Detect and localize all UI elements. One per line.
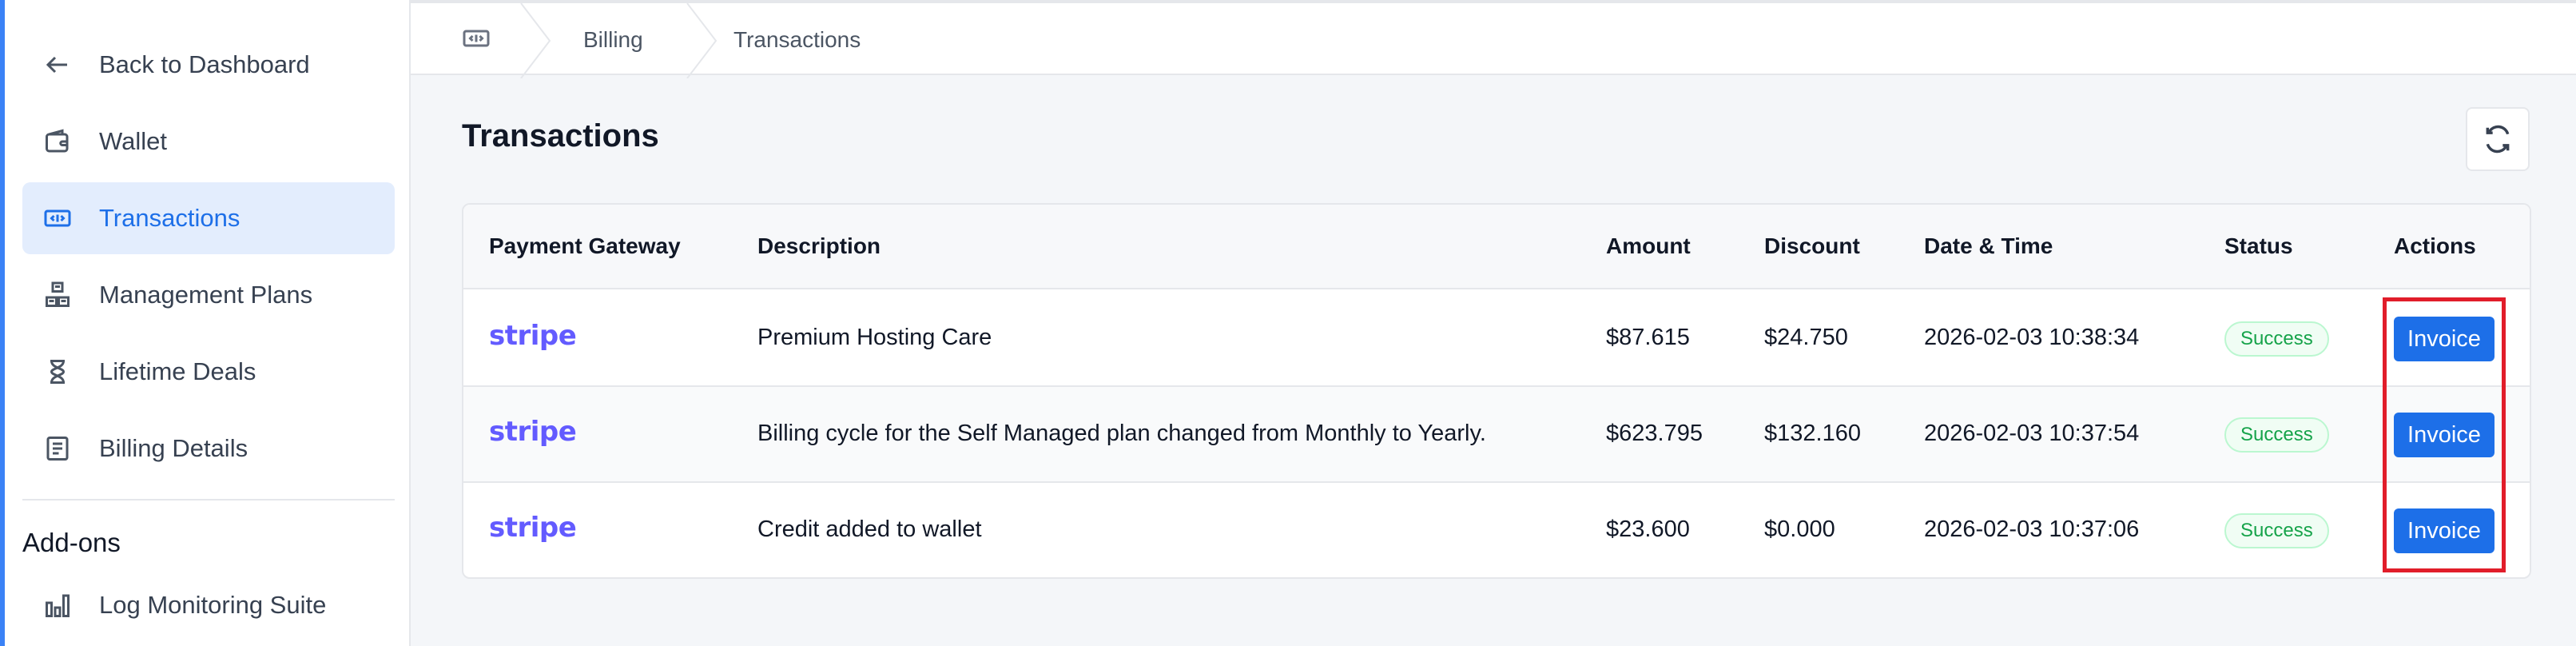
invoice-button[interactable]: Invoice [2394, 508, 2495, 553]
table-row: stripe Premium Hosting Care $87.615 $24.… [463, 291, 2530, 387]
sidebar: Back to Dashboard Wallet Transactions Ma… [5, 0, 411, 646]
table-header: Payment Gateway Description Amount Disco… [463, 205, 2530, 289]
sidebar-item-label: Back to Dashboard [99, 50, 310, 78]
datetime-cell: 2026-02-03 10:38:34 [1924, 325, 2140, 350]
arrow-left-icon [42, 49, 74, 81]
breadcrumb-billing-link[interactable]: Billing [583, 27, 643, 53]
addons-section-title: Add-ons [22, 528, 121, 557]
stripe-logo: stripe [489, 416, 577, 448]
sidebar-item-log-monitoring-suite[interactable]: Log Monitoring Suite [22, 569, 395, 641]
column-header: Description [757, 233, 881, 258]
sidebar-item-lifetime-deals[interactable]: Lifetime Deals [22, 336, 395, 408]
sidebar-item-billing-details[interactable]: Billing Details [22, 413, 395, 484]
breadcrumb-separator [686, 2, 718, 79]
sidebar-item-label: Lifetime Deals [99, 357, 256, 385]
back-to-dashboard-link[interactable]: Back to Dashboard [22, 29, 395, 101]
invoice-button[interactable]: Invoice [2394, 317, 2495, 361]
sidebar-item-label: Transactions [99, 204, 241, 232]
sidebar-item-label: Wallet [99, 127, 167, 155]
description-cell: Billing cycle for the Self Managed plan … [757, 421, 1486, 446]
page-title: Transactions [462, 118, 659, 154]
stripe-logo: stripe [489, 512, 577, 544]
status-badge: Success [2224, 513, 2329, 548]
datetime-cell: 2026-02-03 10:37:54 [1924, 421, 2140, 446]
discount-cell: $132.160 [1764, 421, 1861, 446]
refresh-button[interactable] [2466, 107, 2530, 171]
refresh-icon [2483, 124, 2513, 154]
document-icon [42, 433, 74, 465]
table-row: stripe Billing cycle for the Self Manage… [463, 387, 2530, 483]
breadcrumb: Billing Transactions [411, 0, 2576, 79]
column-header: Discount [1764, 233, 1860, 258]
description-cell: Credit added to wallet [757, 516, 982, 542]
amount-cell: $23.600 [1606, 516, 1690, 542]
discount-cell: $24.750 [1764, 325, 1848, 350]
bar-chart-icon [42, 589, 74, 621]
status-badge: Success [2224, 321, 2329, 357]
sidebar-item-label: Billing Details [99, 434, 248, 462]
ticket-icon [42, 202, 74, 234]
amount-cell: $623.795 [1606, 421, 1703, 446]
sidebar-item-label: Log Monitoring Suite [99, 591, 327, 619]
column-header: Payment Gateway [489, 233, 681, 258]
transactions-table: Payment Gateway Description Amount Disco… [462, 203, 2531, 579]
column-header: Date & Time [1924, 233, 2053, 258]
description-cell: Premium Hosting Care [757, 325, 992, 350]
discount-cell: $0.000 [1764, 516, 1835, 542]
sidebar-item-label: Management Plans [99, 281, 313, 309]
amount-cell: $87.615 [1606, 325, 1690, 350]
sidebar-item-wallet[interactable]: Wallet [22, 106, 395, 177]
sidebar-item-management-plans[interactable]: Management Plans [22, 259, 395, 331]
hourglass-icon [42, 356, 74, 388]
ticket-icon[interactable] [462, 24, 491, 53]
status-badge: Success [2224, 417, 2329, 453]
datetime-cell: 2026-02-03 10:37:06 [1924, 516, 2140, 542]
column-header: Status [2224, 233, 2293, 258]
stripe-logo: stripe [489, 320, 577, 352]
wallet-icon [42, 126, 74, 158]
breadcrumb-current: Transactions [733, 27, 861, 52]
sidebar-divider [22, 499, 395, 500]
column-header: Actions [2394, 233, 2476, 258]
column-header: Amount [1606, 233, 1691, 258]
table-row: stripe Credit added to wallet $23.600 $0… [463, 483, 2530, 577]
boxes-icon [42, 279, 74, 311]
breadcrumb-separator [519, 2, 551, 79]
sidebar-item-transactions[interactable]: Transactions [22, 182, 395, 254]
invoice-button[interactable]: Invoice [2394, 413, 2495, 457]
